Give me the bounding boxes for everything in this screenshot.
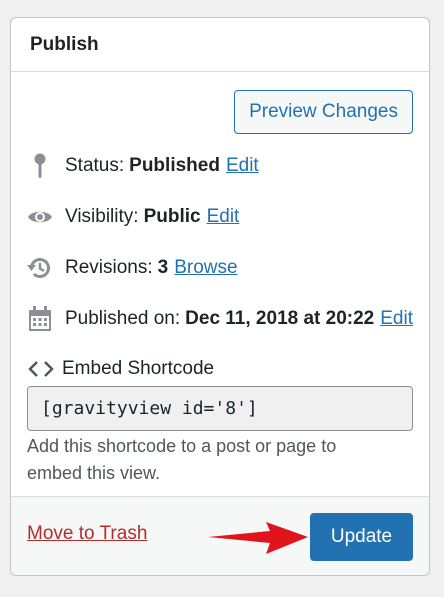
move-to-trash-link[interactable]: Move to Trash: [27, 523, 147, 545]
status-value: Published: [129, 155, 220, 176]
history-icon: [27, 255, 53, 281]
revisions-browse-link[interactable]: Browse: [174, 257, 237, 279]
visibility-value: Public: [143, 206, 201, 227]
revisions-row: Revisions: 3 Browse: [27, 255, 238, 281]
publish-panel: Publish Preview Changes Status: Publishe…: [10, 17, 430, 576]
embed-shortcode-label-row: Embed Shortcode: [28, 358, 214, 380]
pin-icon: [27, 153, 53, 179]
published-on-edit-link[interactable]: Edit: [380, 308, 413, 330]
visibility-edit-link[interactable]: Edit: [207, 206, 240, 228]
status-label: Status:: [65, 155, 125, 176]
preview-row: Preview Changes: [234, 90, 413, 134]
red-arrow-icon: [208, 522, 308, 554]
shortcode-help-text: Add this shortcode to a post or page to …: [27, 436, 337, 483]
published-on-value: Dec 11, 2018 at 20:22: [185, 308, 375, 329]
published-on-label: Published on:: [65, 308, 181, 329]
revisions-value: 3: [157, 257, 169, 278]
update-button[interactable]: Update: [310, 513, 413, 561]
published-on-row: Published on: Dec 11, 2018 at 20:22 Edit: [27, 306, 413, 332]
code-icon: [28, 359, 54, 379]
status-edit-link[interactable]: Edit: [226, 155, 259, 177]
visibility-row: Visibility: Public Edit: [27, 204, 239, 230]
revisions-label: Revisions:: [65, 257, 153, 278]
calendar-icon: [27, 306, 53, 332]
status-row: Status: Published Edit: [27, 153, 259, 179]
visibility-label: Visibility:: [65, 206, 139, 227]
panel-header: Publish: [11, 18, 429, 72]
eye-icon: [27, 204, 53, 230]
embed-shortcode-label: Embed Shortcode: [62, 358, 215, 379]
shortcode-input[interactable]: [gravityview id='8']: [27, 386, 413, 431]
panel-title: Publish: [30, 33, 99, 55]
preview-changes-button[interactable]: Preview Changes: [234, 90, 413, 134]
